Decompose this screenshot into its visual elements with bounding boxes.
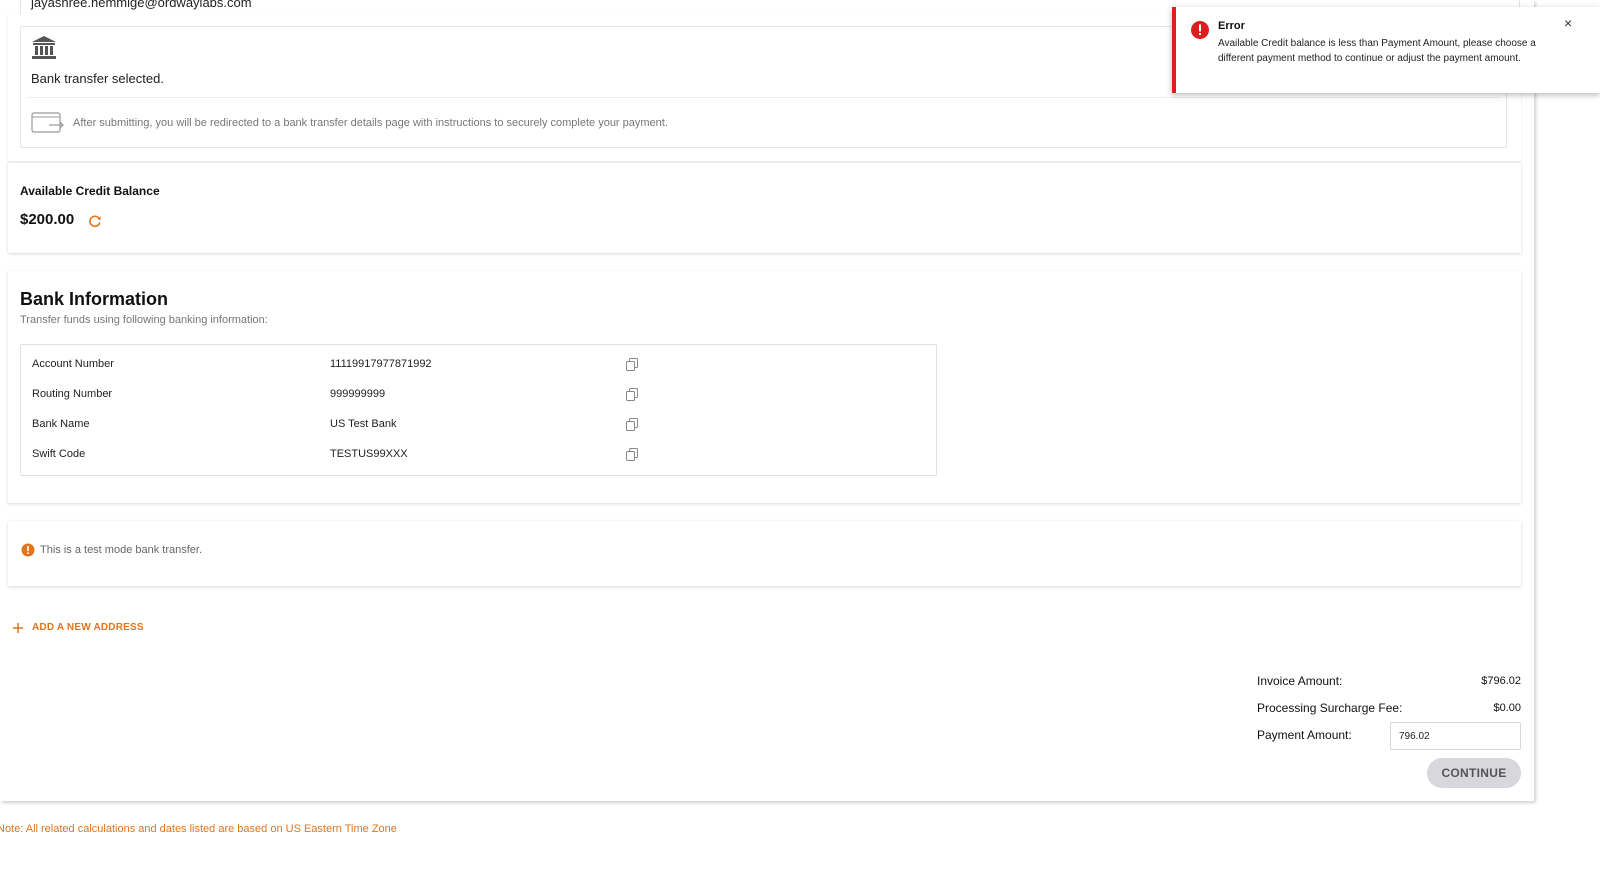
table-row: Swift Code TESTUS99XXX: [21, 440, 936, 470]
bank-information-title: Bank Information: [20, 289, 169, 309]
bank-details-table: Account Number 11119917977871992 Routing…: [20, 344, 937, 476]
copy-icon[interactable]: [626, 418, 638, 431]
invoice-amount-label: Invoice Amount:: [1257, 674, 1343, 688]
bank-name-value: US Test Bank: [330, 418, 397, 430]
routing-number-value: 999999999: [330, 388, 386, 400]
test-mode-notice-text: This is a test mode bank transfer.: [40, 544, 203, 556]
bank-transfer-selected-text: Bank transfer selected.: [31, 71, 164, 86]
refresh-icon[interactable]: [88, 214, 102, 228]
table-row: Routing Number 999999999: [21, 380, 936, 410]
copy-icon[interactable]: [626, 388, 638, 401]
redirect-info-text: After submitting, you will be redirected…: [73, 117, 668, 129]
warning-icon: [21, 543, 35, 557]
add-new-address-label: ADD A NEW ADDRESS: [32, 622, 144, 633]
error-icon: [1191, 21, 1209, 39]
bank-name-label: Bank Name: [32, 418, 90, 430]
swift-code-label: Swift Code: [32, 448, 86, 460]
surcharge-fee-value: $0.00: [1493, 702, 1521, 714]
invoice-amount-value: $796.02: [1481, 675, 1521, 687]
credit-balance-card: Available Credit Balance $200.00: [8, 163, 1521, 253]
continue-button[interactable]: CONTINUE: [1427, 758, 1521, 788]
credit-balance-title: Available Credit Balance: [20, 184, 160, 198]
credit-balance-value: $200.00: [20, 211, 75, 228]
error-toast-message: Available Credit balance is less than Pa…: [1218, 38, 1536, 64]
error-toast-title: Error: [1218, 20, 1245, 32]
close-icon[interactable]: ×: [1564, 15, 1572, 31]
copy-icon[interactable]: [626, 448, 638, 461]
payment-page: jayashree.hemmige@ordwaylabs.com Bank tr…: [0, 0, 1534, 801]
test-mode-notice-card: This is a test mode bank transfer.: [8, 521, 1521, 586]
timezone-note: Note: All related calculations and dates…: [0, 823, 397, 835]
payment-amount-input[interactable]: [1390, 722, 1521, 750]
bank-information-subtitle: Transfer funds using following banking i…: [20, 314, 268, 326]
payment-amount-label: Payment Amount:: [1257, 728, 1352, 742]
bank-icon: [32, 36, 56, 59]
email-text: jayashree.hemmige@ordwaylabs.com: [31, 0, 252, 10]
table-row: Account Number 11119917977871992: [21, 350, 936, 380]
redirect-arrow-icon: [31, 112, 64, 133]
error-toast: Error Available Credit balance is less t…: [1172, 7, 1600, 93]
routing-number-label: Routing Number: [32, 388, 113, 400]
swift-code-value: TESTUS99XXX: [330, 448, 408, 460]
copy-icon[interactable]: [626, 358, 638, 371]
divider: [27, 97, 1500, 98]
plus-icon: [13, 623, 23, 633]
bank-information-card: Bank Information Transfer funds using fo…: [8, 271, 1521, 503]
account-number-label: Account Number: [32, 358, 114, 370]
table-row: Bank Name US Test Bank: [21, 410, 936, 440]
account-number-value: 11119917977871992: [330, 358, 432, 370]
surcharge-fee-label: Processing Surcharge Fee:: [1257, 701, 1403, 715]
